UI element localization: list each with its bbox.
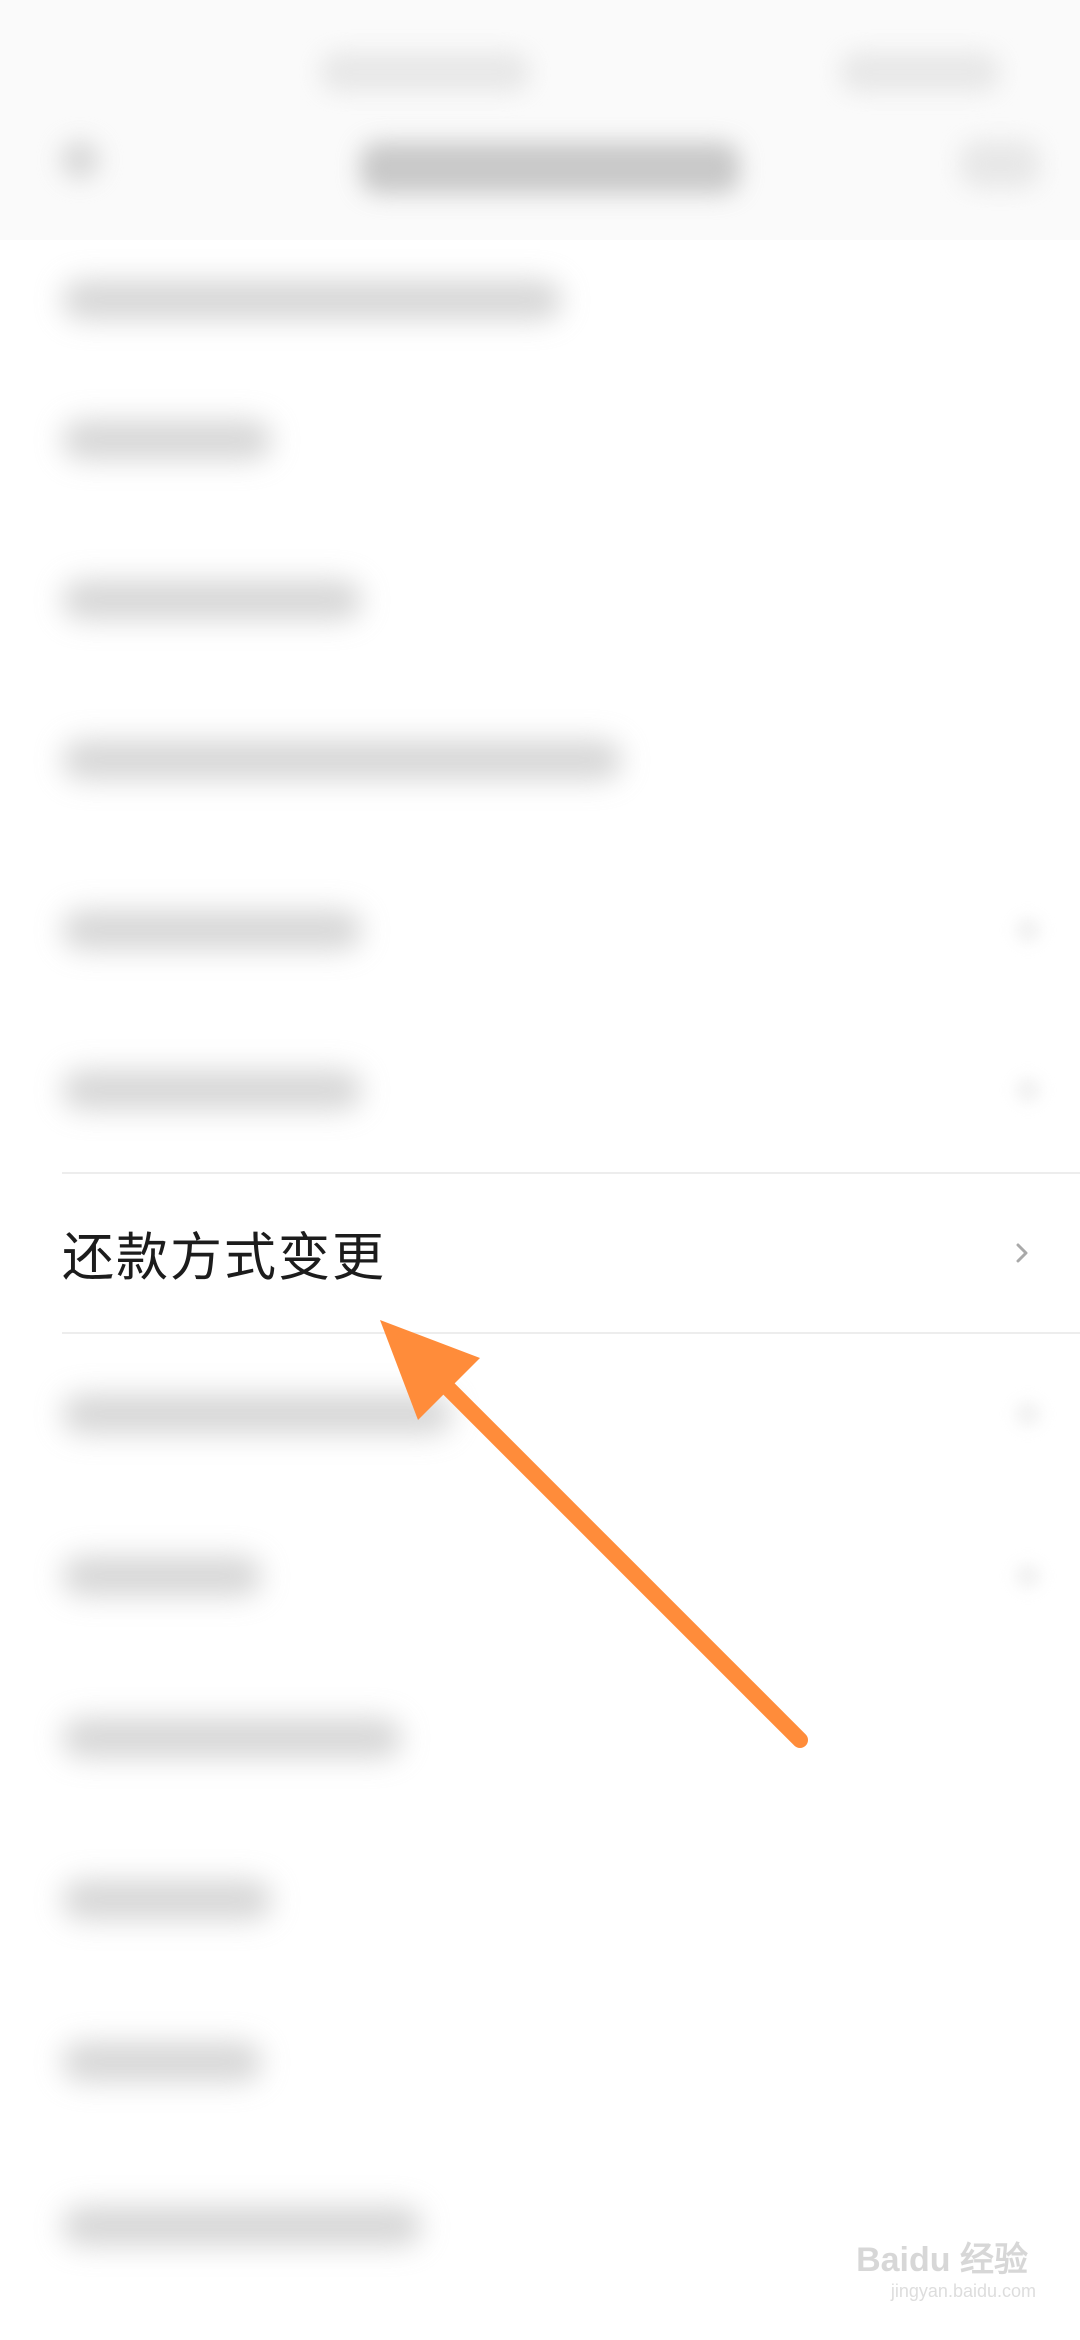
blurred-list-item[interactable] xyxy=(0,1820,1080,1980)
blurred-header-action[interactable] xyxy=(960,140,1040,188)
blurred-list-item[interactable] xyxy=(0,1982,1080,2142)
blurred-list-item[interactable] xyxy=(0,1010,1080,1170)
blurred-page-title xyxy=(360,142,740,194)
blurred-list-item[interactable] xyxy=(0,520,1080,680)
blurred-back-icon[interactable] xyxy=(60,140,100,180)
arrow-annotation-icon xyxy=(380,1320,808,1748)
blurred-list-item[interactable] xyxy=(0,240,1080,360)
blurred-list-item[interactable] xyxy=(0,360,1080,520)
divider xyxy=(62,1172,1080,1174)
blurred-status-right xyxy=(840,52,1000,92)
blurred-list-item[interactable] xyxy=(0,850,1080,1010)
blurred-list-item[interactable] xyxy=(0,680,1080,840)
watermark-brand: Baidu 经验 xyxy=(856,2240,1028,2279)
chevron-right-icon xyxy=(1008,1239,1036,1267)
baidu-watermark: Baidu 经验 jingyan.baidu.com xyxy=(826,2216,1036,2302)
blurred-header xyxy=(0,0,1080,240)
blurred-status-left xyxy=(320,52,530,92)
watermark-url: jingyan.baidu.com xyxy=(890,2281,1036,2301)
list-item-label: 还款方式变更 xyxy=(62,1228,387,1289)
